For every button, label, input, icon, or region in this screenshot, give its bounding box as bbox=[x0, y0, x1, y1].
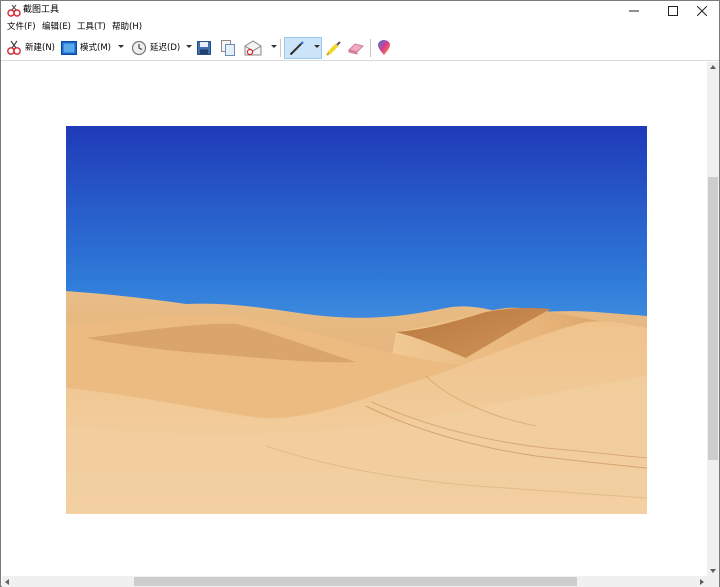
captured-image[interactable] bbox=[66, 126, 647, 514]
minimize-button[interactable] bbox=[617, 1, 651, 20]
save-icon bbox=[197, 41, 211, 55]
menu-tools[interactable]: 工具(T) bbox=[77, 22, 106, 33]
horizontal-scrollbar[interactable] bbox=[2, 576, 707, 587]
delay-button[interactable]: 延迟(D) bbox=[131, 38, 180, 58]
scrollbar-corner bbox=[707, 576, 719, 587]
highlighter-button[interactable] bbox=[326, 38, 342, 58]
copy-button[interactable] bbox=[221, 38, 235, 58]
pen-icon bbox=[289, 41, 304, 56]
scroll-right-arrow-icon[interactable] bbox=[700, 579, 704, 585]
save-button[interactable] bbox=[197, 38, 211, 58]
close-button[interactable] bbox=[685, 1, 719, 20]
title-bar[interactable]: 截图工具 bbox=[1, 1, 719, 20]
horizontal-scroll-thumb[interactable] bbox=[134, 577, 577, 586]
paint-3d-icon bbox=[378, 40, 390, 55]
menu-bar: 文件(F) 编辑(E) 工具(T) 帮助(H) bbox=[1, 20, 719, 35]
rectangle-mode-icon bbox=[61, 41, 77, 55]
delay-dropdown-arrow-icon[interactable] bbox=[186, 45, 192, 48]
snipping-tool-window: 截图工具 文件(F) 编辑(E) 工具(T) 帮助(H) 新建(N) 模式(M)… bbox=[0, 0, 720, 587]
mode-dropdown-arrow-icon[interactable] bbox=[118, 45, 124, 48]
send-email-icon bbox=[244, 40, 262, 56]
menu-edit[interactable]: 编辑(E) bbox=[42, 22, 71, 33]
toolbar: 新建(N) 模式(M) 延迟(D) bbox=[1, 35, 719, 61]
paint-3d-button[interactable] bbox=[377, 38, 391, 58]
scissors-snip-icon bbox=[7, 4, 21, 17]
eraser-button[interactable] bbox=[348, 38, 364, 58]
new-snip-icon bbox=[7, 40, 21, 55]
scroll-down-arrow-icon[interactable] bbox=[710, 569, 716, 573]
scroll-left-arrow-icon[interactable] bbox=[5, 579, 9, 585]
eraser-icon bbox=[348, 43, 364, 55]
scroll-up-arrow-icon[interactable] bbox=[710, 65, 716, 69]
pen-button[interactable] bbox=[289, 38, 305, 58]
vertical-scroll-thumb[interactable] bbox=[708, 177, 718, 460]
minimize-icon bbox=[629, 10, 639, 11]
toolbar-separator-2 bbox=[370, 39, 371, 57]
maximize-icon bbox=[668, 5, 678, 16]
mode-label: 模式(M) bbox=[80, 42, 111, 53]
vertical-scrollbar[interactable] bbox=[707, 62, 719, 576]
delay-label: 延迟(D) bbox=[150, 42, 181, 53]
window-title: 截图工具 bbox=[23, 5, 60, 15]
send-dropdown-arrow-icon[interactable] bbox=[271, 45, 277, 48]
menu-help[interactable]: 帮助(H) bbox=[112, 22, 142, 33]
pen-dropdown-arrow-icon[interactable] bbox=[314, 45, 320, 48]
close-icon bbox=[697, 5, 707, 16]
new-snip-button[interactable]: 新建(N) bbox=[6, 38, 55, 58]
menu-file[interactable]: 文件(F) bbox=[7, 22, 36, 33]
copy-icon bbox=[221, 40, 235, 56]
snip-canvas[interactable] bbox=[2, 62, 707, 576]
new-snip-label: 新建(N) bbox=[25, 42, 55, 53]
desert-dunes-image bbox=[66, 126, 647, 514]
highlighter-icon bbox=[326, 41, 341, 56]
clock-icon bbox=[131, 40, 147, 56]
toolbar-separator bbox=[280, 39, 281, 57]
send-snip-button[interactable] bbox=[244, 38, 262, 58]
mode-button[interactable]: 模式(M) bbox=[61, 38, 111, 58]
